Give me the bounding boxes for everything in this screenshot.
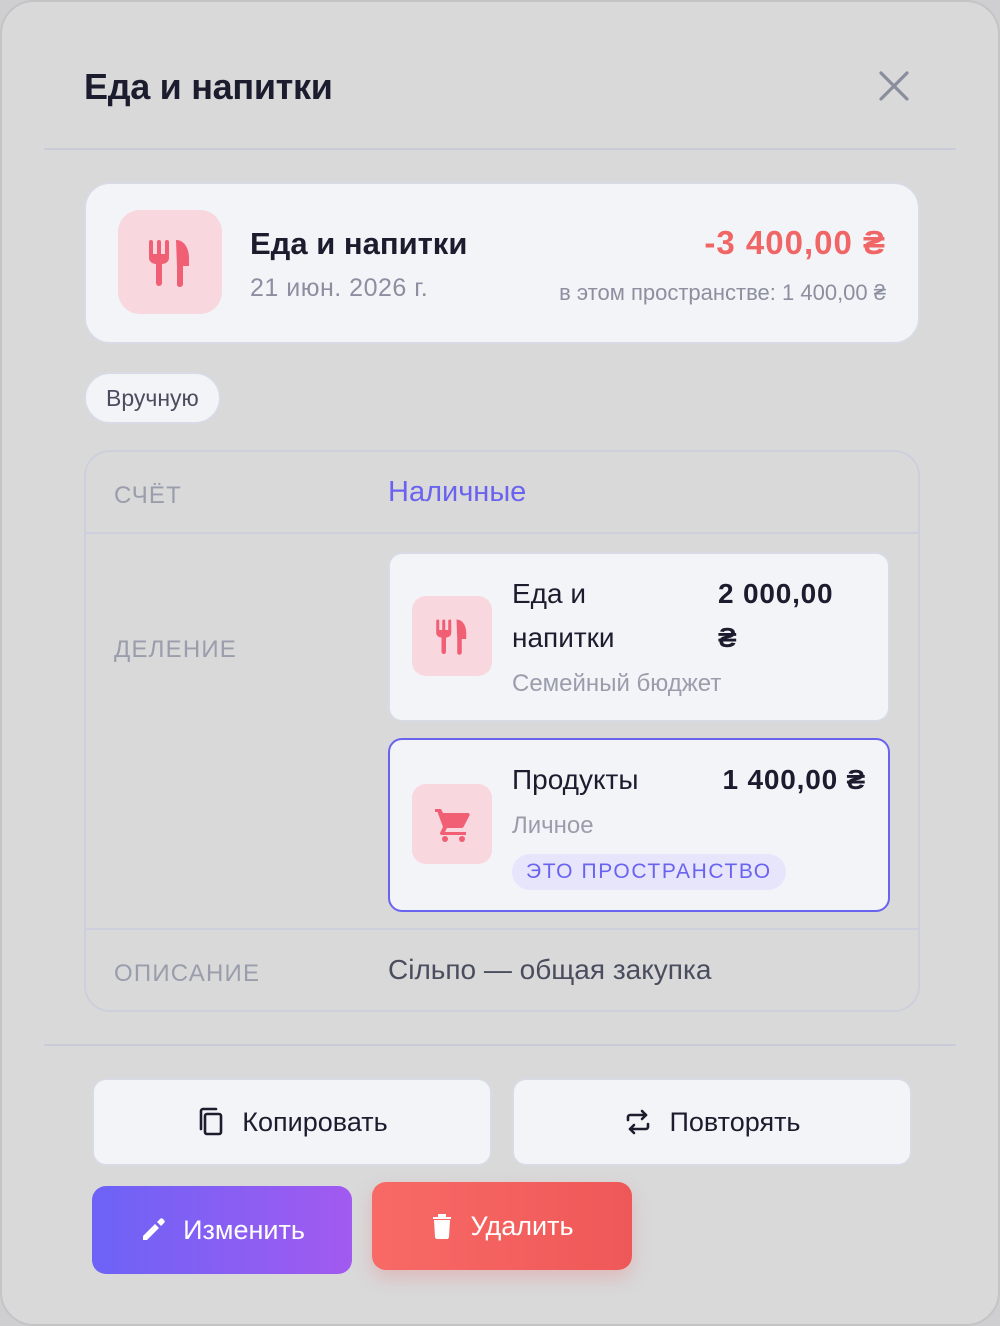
description-value: Сільпо — общая закупка [388, 954, 712, 985]
split-card-food[interactable]: Еда и напитки 2 000,00 ₴ Семейный бюджет [388, 552, 890, 722]
this-space-badge: ЭТО ПРОСТРАНСТВО [512, 854, 786, 890]
split-amount: 1 400,00 ₴ [722, 764, 866, 795]
account-value[interactable]: Наличные [388, 476, 526, 509]
copy-icon [199, 1107, 223, 1136]
split-icon-tile [412, 596, 492, 676]
row-divider [86, 928, 918, 930]
description-label: ОПИСАНИЕ [114, 960, 261, 987]
category-icon-tile [118, 210, 222, 314]
split-name-line2: напитки [512, 622, 615, 653]
split-label: ДЕЛЕНИЕ [114, 636, 238, 663]
split-space: Семейный бюджет [512, 670, 722, 697]
cart-icon [435, 809, 470, 842]
transaction-summary-card: Еда и напитки 21 июн. 2026 г. -3 400,00 … [84, 182, 920, 344]
split-amount-line2: ₴ [718, 622, 738, 653]
summary-amount: -3 400,00 ₴ [704, 224, 886, 261]
account-label: СЧЁТ [114, 482, 183, 509]
delete-button[interactable]: Удалить [372, 1182, 632, 1270]
edit-button[interactable]: Изменить [92, 1186, 352, 1274]
split-name-line1: Еда и [512, 578, 587, 609]
dialog-header: Еда и напитки [44, 2, 956, 150]
trash-icon [433, 1214, 452, 1239]
row-divider [86, 532, 918, 534]
split-icon-tile [412, 784, 492, 864]
edit-label: Изменить [183, 1214, 305, 1245]
summary-category: Еда и напитки [250, 226, 468, 261]
repeat-icon [627, 1109, 650, 1135]
copy-label: Копировать [242, 1106, 388, 1137]
split-amount-line1: 2 000,00 [718, 578, 834, 609]
footer-divider [44, 1044, 956, 1046]
delete-label: Удалить [470, 1210, 574, 1241]
repeat-button[interactable]: Повторять [512, 1078, 912, 1166]
summary-date: 21 июн. 2026 г. [250, 274, 429, 302]
split-name: Продукты [512, 764, 639, 795]
pencil-icon [143, 1218, 165, 1240]
close-icon [879, 71, 909, 101]
fork-knife-icon [436, 619, 467, 655]
repeat-label: Повторять [669, 1106, 801, 1137]
summary-space-share: в этом пространстве: 1 400,00 ₴ [559, 280, 886, 305]
source-chip: Вручную [84, 372, 221, 424]
fork-knife-icon [149, 240, 189, 287]
copy-button[interactable]: Копировать [92, 1078, 492, 1166]
dialog-title: Еда и напитки [84, 66, 333, 107]
split-space: Личное [512, 812, 594, 839]
split-card-groceries[interactable]: Продукты 1 400,00 ₴ Личное ЭТО ПРОСТРАНС… [388, 738, 890, 912]
transaction-dialog: Еда и напитки Еда и напитки 21 июн. 2026… [0, 0, 1000, 1326]
details-table: СЧЁТ Наличные ДЕЛЕНИЕ Еда и напитки 2 00… [84, 450, 920, 1012]
close-button[interactable] [872, 64, 916, 108]
